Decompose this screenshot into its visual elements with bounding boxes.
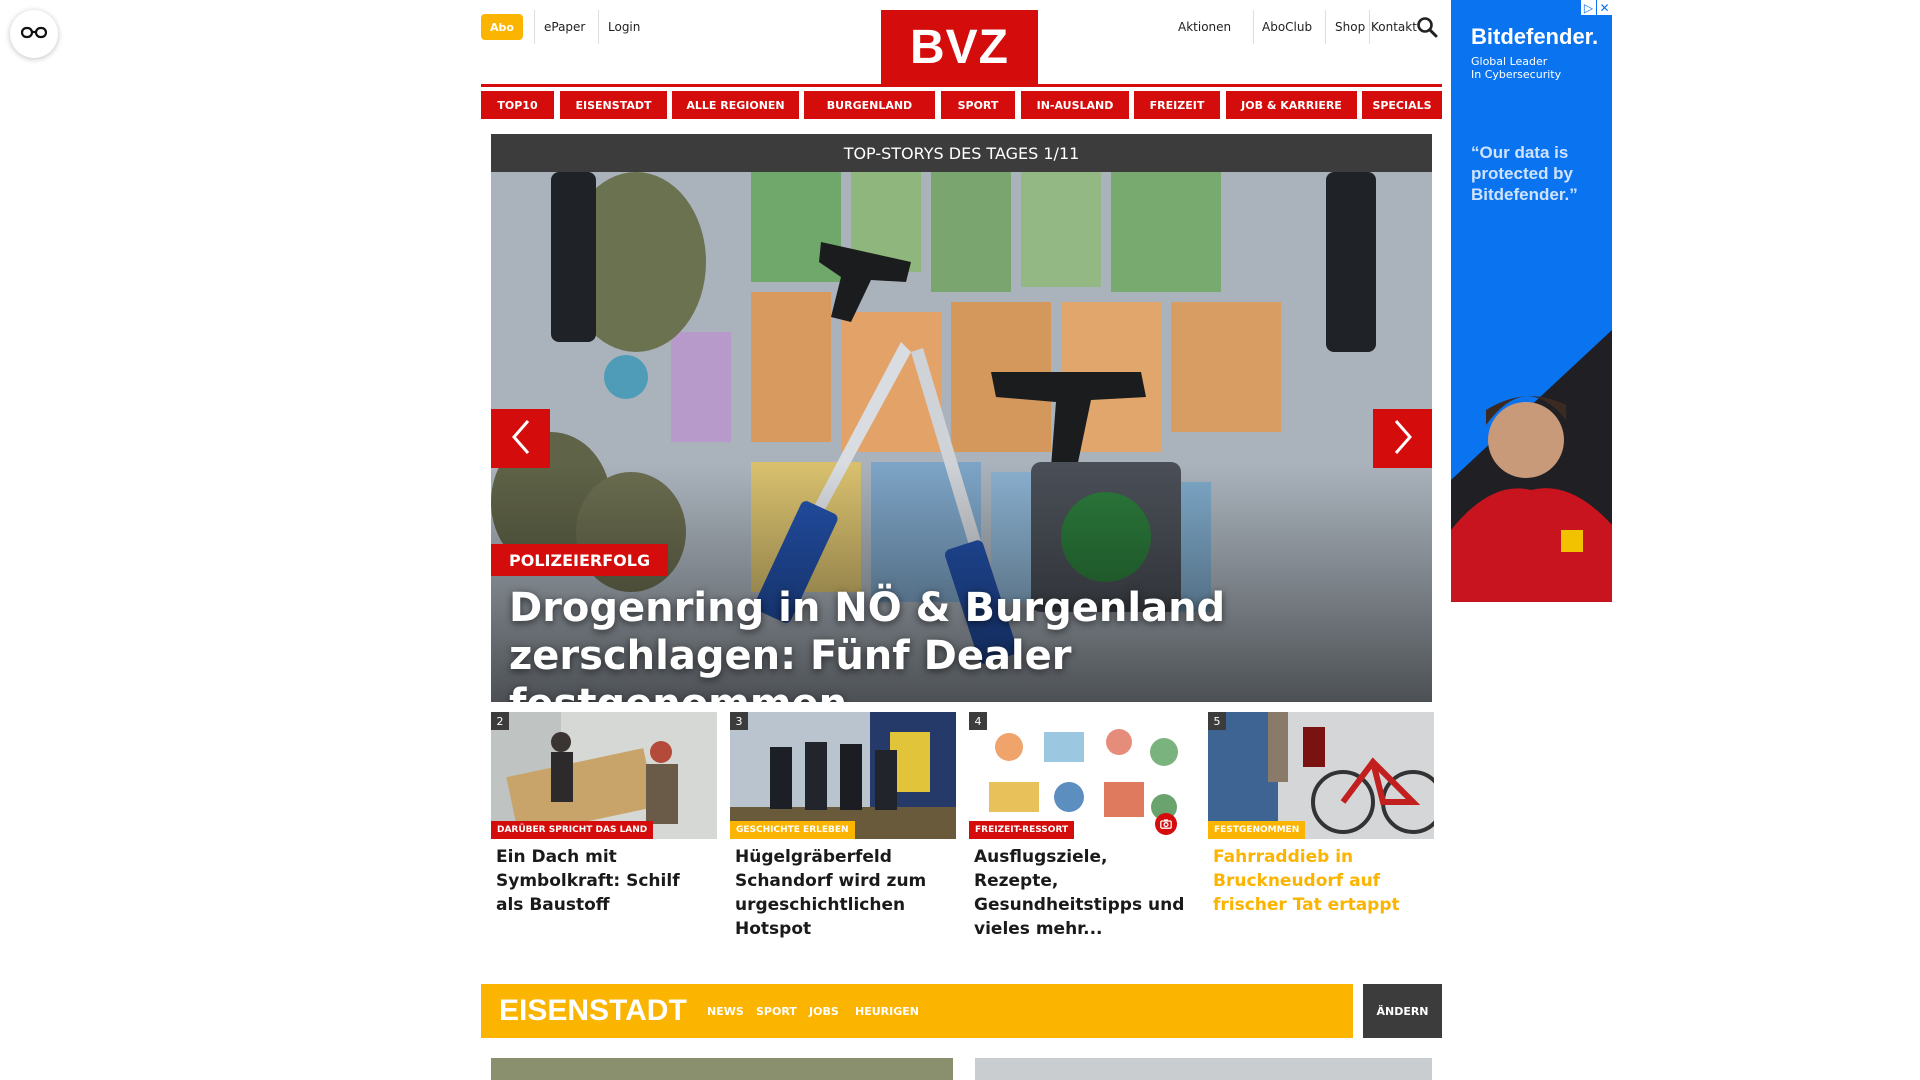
story-card[interactable]: 3 GESCHICHTE ERLEBEN Hügelgräberfeld Sch… [730,712,956,941]
accessibility-button[interactable] [10,10,58,58]
shop-link[interactable]: Shop [1335,14,1365,40]
ad-brand: Bitdefender. [1471,24,1599,49]
region-link-heurigen[interactable]: HEURIGEN [855,984,919,1038]
hero-category-badge[interactable]: POLIZEIERFOLG [491,544,669,576]
story-title[interactable]: Fahrraddieb in Bruckneudorf auf frischer… [1213,845,1429,917]
hero-headline[interactable]: Drogenring in NÖ & Burgenland zerschlage… [509,584,1409,702]
story-tag[interactable]: FESTGENOMMEN [1208,821,1306,839]
bvz-logo[interactable]: BVZ [881,10,1038,84]
kontakt-link[interactable]: Kontakt [1371,14,1417,40]
story-tag[interactable]: FREIZEIT-RESSORT [969,821,1075,839]
page-column: Abo ePaper Login BVZ Aktionen AboClub Sh… [481,0,1442,1080]
nav-item-alle-regionen[interactable]: ALLE REGIONEN [672,91,799,119]
region-link-jobs[interactable]: JOBS [809,984,839,1038]
top-bar: Abo ePaper Login BVZ Aktionen AboClub Sh… [481,0,1442,87]
slider-prev-button[interactable] [491,409,550,468]
nav-item-specials[interactable]: SPECIALS [1362,91,1442,119]
ad-image [1451,330,1612,602]
teaser-image[interactable] [491,1058,953,1080]
divider [534,10,535,44]
region-title[interactable]: EISENSTADT [499,984,687,1038]
ad-tagline: Global Leader In Cybersecurity [1471,55,1561,81]
nav-item-job-karriere[interactable]: JOB & KARRIERE [1226,91,1357,119]
hero-slider[interactable]: POLIZEIERFOLG Drogenring in NÖ & Burgenl… [491,172,1432,702]
top-stories-header: TOP-STORYS DES TAGES 1/11 [491,134,1432,172]
bitdefender-ad[interactable]: ▷ ✕ Bitdefender. Global Leader In Cybers… [1451,0,1612,602]
story-rank: 4 [969,712,987,730]
story-image: 2 DARÜBER SPRICHT DAS LAND [491,712,717,839]
story-card[interactable]: 5 FESTGENOMMEN Fahrraddieb in Bruckneudo… [1208,712,1434,917]
abo-button[interactable]: Abo [481,14,523,40]
search-icon[interactable] [1416,16,1438,38]
nav-item-top10[interactable]: TOP10 [481,91,554,119]
nav-item-eisenstadt[interactable]: EISENSTADT [560,91,667,119]
epaper-link[interactable]: ePaper [544,14,585,40]
ad-tagline-line: Global Leader [1471,55,1548,68]
region-link-news[interactable]: NEWS [707,984,744,1038]
story-image: 3 GESCHICHTE ERLEBEN [730,712,956,839]
story-title[interactable]: Ausflugsziele, Rezepte, Gesundheitstipps… [974,845,1190,941]
ad-quote: “Our data is protected by Bitdefender.” [1471,143,1578,204]
camera-icon [1155,813,1177,835]
main-nav: TOP10 EISENSTADT ALLE REGIONEN BURGENLAN… [481,91,1442,119]
story-tag[interactable]: DARÜBER SPRICHT DAS LAND [491,821,654,839]
region-bar: EISENSTADT NEWS SPORT JOBS HEURIGEN [481,984,1353,1038]
story-image: 5 FESTGENOMMEN [1208,712,1434,839]
change-region-button[interactable]: ÄNDERN [1363,984,1442,1038]
login-link[interactable]: Login [608,14,640,40]
slider-next-button[interactable] [1373,409,1432,468]
divider [1253,10,1254,44]
story-rank: 2 [491,712,509,730]
nav-item-freizeit[interactable]: FREIZEIT [1134,91,1220,119]
story-image: 4 FREIZEIT-RESSORT [969,712,1195,839]
aktionen-link[interactable]: Aktionen [1178,14,1231,40]
story-title[interactable]: Hügelgräberfeld Schandorf wird zum urges… [735,845,951,941]
nav-item-burgenland[interactable]: BURGENLAND [804,91,935,119]
story-rank: 3 [730,712,748,730]
region-link-sport[interactable]: SPORT [756,984,797,1038]
glasses-icon [20,25,48,44]
nav-item-sport[interactable]: SPORT [941,91,1015,119]
divider [598,10,599,44]
ad-tagline-line: In Cybersecurity [1471,68,1562,81]
teaser-image[interactable] [975,1058,1432,1080]
ad-info-icon[interactable]: ▷ [1581,0,1596,15]
story-card[interactable]: 2 DARÜBER SPRICHT DAS LAND Ein Dach mit … [491,712,717,917]
nav-item-in-ausland[interactable]: IN-AUSLAND [1021,91,1129,119]
divider [1369,10,1370,44]
divider [1325,10,1326,44]
aboclub-link[interactable]: AboClub [1262,14,1312,40]
story-tag[interactable]: GESCHICHTE ERLEBEN [730,821,855,839]
story-title[interactable]: Ein Dach mit Symbolkraft: Schilf als Bau… [496,845,712,917]
chevron-left-icon [510,419,532,459]
story-card[interactable]: 4 FREIZEIT-RESSORT Ausflugsziele, Rezept… [969,712,1195,941]
chevron-right-icon [1392,419,1414,459]
ad-close-icon[interactable]: ✕ [1597,0,1612,15]
story-rank: 5 [1208,712,1226,730]
